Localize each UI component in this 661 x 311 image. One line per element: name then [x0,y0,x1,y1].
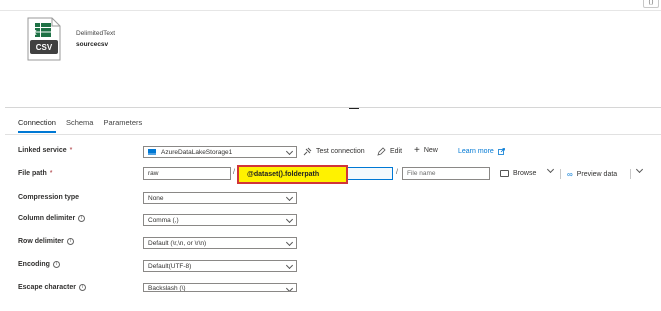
linked-service-label: Linked service * [18,147,73,154]
storage-icon [148,149,156,155]
info-icon[interactable]: i [52,261,60,268]
plug-icon [303,147,312,156]
folder-icon [500,170,509,177]
tab-schema[interactable]: Schema [66,118,94,133]
escape-character-label: Escape character i [18,284,86,291]
dataset-name: sourcecsv [76,41,109,48]
compression-type-select[interactable]: None [143,192,297,204]
chevron-down-icon [546,165,555,174]
tab-divider [5,134,661,135]
escape-character-select[interactable]: Backslash (\) [143,283,297,292]
tab-connection[interactable]: Connection [18,118,56,133]
chevron-down-icon [285,261,294,270]
learn-more-link[interactable]: Learn more [458,148,505,155]
file-icon-label: CSV [36,43,53,52]
info-icon[interactable]: i [78,284,86,291]
chevron-down-icon [285,147,294,156]
plus-icon: + [414,145,420,156]
top-divider [0,10,661,11]
edit-button[interactable]: Edit [377,147,402,156]
path-separator: / [396,169,398,176]
svg-text:X: X [32,30,37,37]
chevron-down-icon [285,193,294,202]
row-delimiter-select[interactable]: Default (\r,\n, or \r\n) [143,237,297,249]
preview-data-button[interactable]: ∞ Preview data [567,170,617,179]
preview-dropdown[interactable] [635,165,644,174]
row-delimiter-label: Row delimiter i [18,238,74,245]
dataset-type: DelimitedText [76,30,116,37]
new-button[interactable]: + New [414,145,438,156]
browse-dropdown[interactable] [546,165,555,174]
linked-service-value: AzureDataLakeStorage1 [161,148,233,156]
tab-parameters[interactable]: Parameters [103,118,142,133]
resize-handle[interactable] [349,108,359,109]
path-separator: / [233,169,235,176]
info-icon[interactable]: i [66,238,74,245]
toolbar-separator [560,169,561,179]
directory-input-extension[interactable] [348,167,393,180]
chevron-down-icon [285,238,294,247]
column-delimiter-label: Column delimiter i [18,215,86,222]
glasses-icon: ∞ [567,170,573,179]
chevron-down-icon [635,165,644,174]
info-icon[interactable]: i [78,215,86,222]
linked-service-select[interactable]: AzureDataLakeStorage1 [143,146,297,158]
external-link-icon [497,148,505,155]
panel-divider [5,107,661,108]
restore-icon[interactable]: ⟨⟩ [643,0,659,8]
pencil-icon [377,147,386,156]
encoding-label: Encoding i [18,261,60,268]
file-name-input[interactable]: File name [402,167,490,180]
required-marker: * [69,147,73,154]
tab-bar: Connection Schema Parameters [18,118,152,133]
column-delimiter-select[interactable]: Comma (,) [143,214,297,226]
chevron-down-icon [285,284,294,291]
container-input[interactable]: raw [143,167,231,180]
encoding-select[interactable]: Default(UTF-8) [143,260,297,272]
browse-button[interactable]: Browse [500,170,536,177]
toolbar-separator [630,169,631,179]
required-marker: * [49,170,53,177]
compression-type-label: Compression type [18,194,80,201]
chevron-down-icon [285,215,294,224]
test-connection-button[interactable]: Test connection [303,147,365,156]
csv-file-icon: X CSV [27,17,61,61]
directory-input[interactable]: @dataset().folderpath [237,165,348,184]
file-path-label: File path * [18,170,53,177]
